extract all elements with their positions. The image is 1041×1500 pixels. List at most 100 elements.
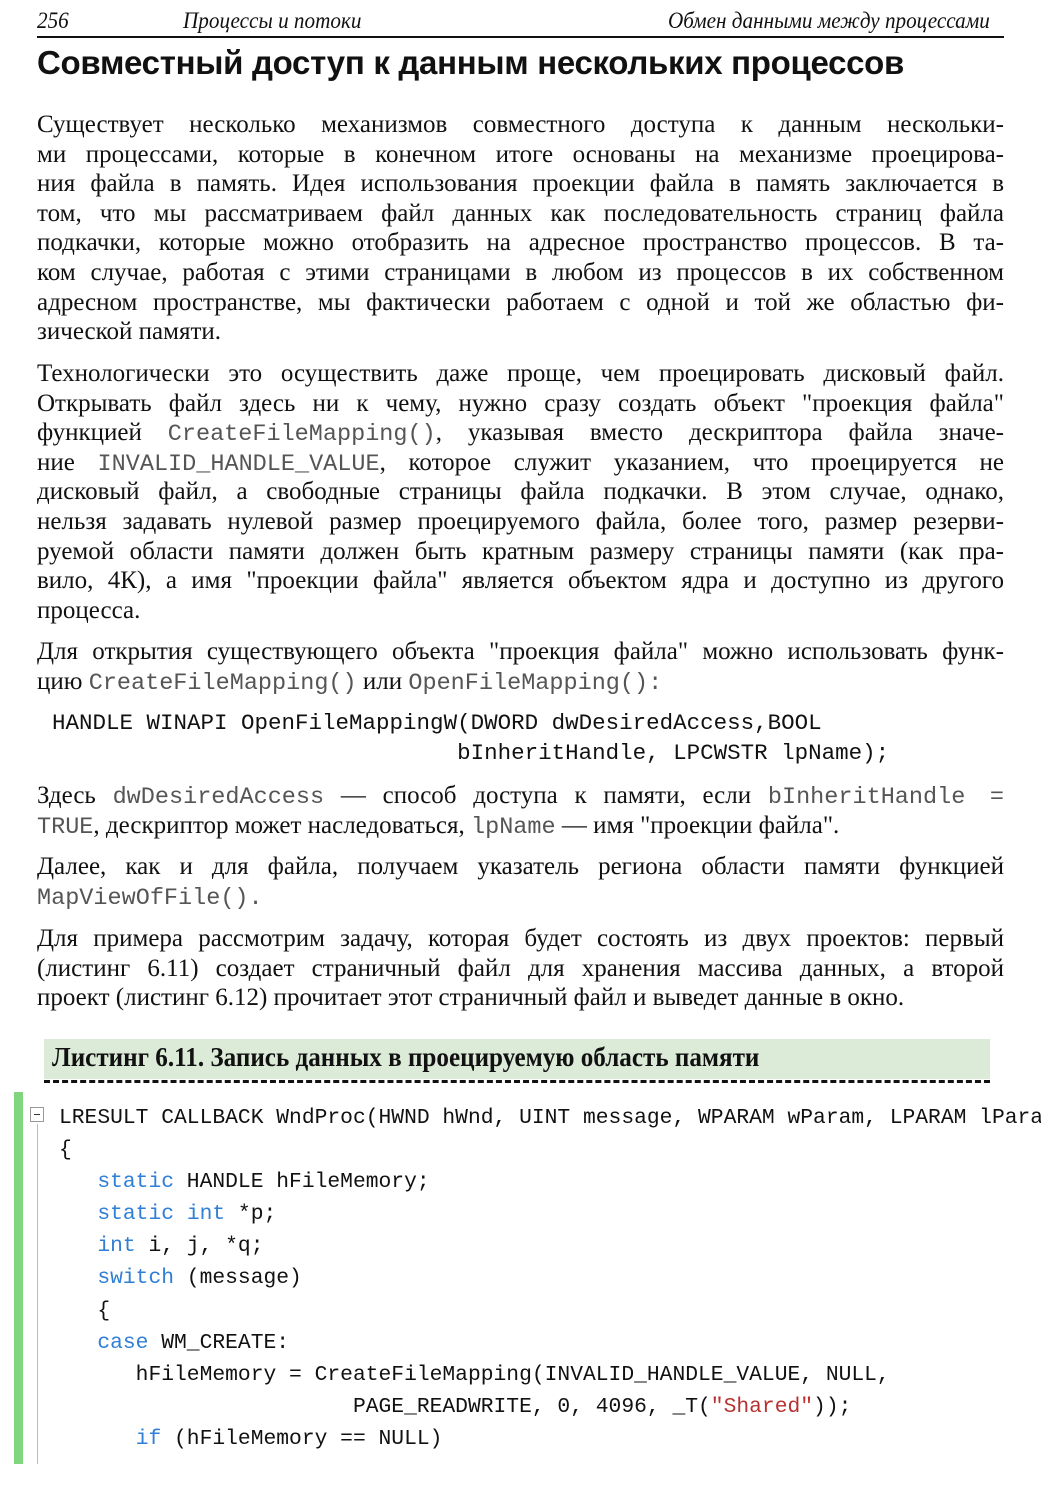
header-rule bbox=[37, 36, 1004, 38]
code-line: LRESULT CALLBACK WndProc(HWND hWnd, UINT… bbox=[59, 1102, 1041, 1134]
code-text: i, j, *q; bbox=[135, 1234, 264, 1259]
paragraph: Технологически это осуществить даже прощ… bbox=[37, 359, 1004, 625]
text-line: руемой области памяти должен быть кратны… bbox=[37, 537, 1004, 567]
signature-line: HANDLE WINAPI OpenFileMappingW(DWORD dwD… bbox=[52, 710, 822, 736]
paragraph: Здесь dwDesiredAccess — способ доступа к… bbox=[37, 781, 1004, 841]
text-run: ми процессами, которые в конечном итоге … bbox=[37, 140, 1004, 168]
text-run: Для открытия существующего объекта "прое… bbox=[37, 638, 1004, 665]
text-run: — имя "проекции файла". bbox=[555, 811, 840, 839]
text-run: или bbox=[356, 667, 409, 695]
text-line: Для примера рассмотрим задачу, которая б… bbox=[37, 924, 1004, 954]
text-line: проект (листинг 6.12) прочитает этот стр… bbox=[37, 983, 1004, 1013]
text-line: нельзя задавать нулевой размер проецируе… bbox=[37, 507, 1004, 537]
text-run: процесса. bbox=[37, 596, 141, 624]
text-line: Открывать файл здесь ни к чему, нужно ср… bbox=[37, 389, 1004, 419]
text-run: том, что мы рассматриваем файл данных ка… bbox=[37, 199, 1004, 227]
text-run: функцией bbox=[37, 419, 168, 447]
code-line: int i, j, *q; bbox=[59, 1230, 1041, 1262]
running-head-section: Обмен данными между процессами bbox=[668, 8, 990, 33]
code-keyword: case bbox=[97, 1330, 149, 1355]
inline-code: CreateFileMapping() bbox=[167, 421, 436, 449]
inline-code: MapViewOfFile(). bbox=[37, 884, 263, 912]
text-line: Здесь dwDesiredAccess — способ доступа к… bbox=[37, 781, 1004, 811]
code-line: static HANDLE hFileMemory; bbox=[59, 1166, 1041, 1198]
code-text: WM_CREATE: bbox=[148, 1330, 290, 1355]
listing-divider bbox=[44, 1080, 990, 1083]
running-head-chapter: Процессы и потоки bbox=[183, 8, 362, 33]
text-run: зической памяти. bbox=[37, 318, 221, 346]
listing-title: Листинг 6.11. Запись данных в проецируем… bbox=[52, 1042, 760, 1072]
text-run: , дескриптор может наследоваться, bbox=[93, 811, 471, 839]
code-keyword: if bbox=[135, 1426, 162, 1451]
text-run: ние bbox=[37, 448, 98, 476]
paragraph: Существует несколько механизмов совместн… bbox=[37, 110, 1004, 347]
text-run: адресном пространстве, мы фактически раб… bbox=[37, 288, 1004, 316]
text-run: , которое служит указанием, что проециру… bbox=[379, 448, 1004, 476]
paragraph: Для открытия существующего объекта "прое… bbox=[37, 637, 1004, 697]
code-text: (message) bbox=[174, 1266, 302, 1291]
code-listing: LRESULT CALLBACK WndProc(HWND hWnd, UINT… bbox=[59, 1102, 1041, 1455]
outline-guide bbox=[37, 1124, 38, 1464]
inline-code: bInheritHandle = bbox=[767, 784, 1004, 811]
text-run: Технологически это осуществить даже прощ… bbox=[37, 360, 1004, 387]
inline-code: lpName bbox=[471, 813, 556, 841]
change-bar bbox=[14, 1092, 23, 1464]
text-run: цию bbox=[37, 667, 89, 695]
code-keyword: int bbox=[186, 1202, 226, 1227]
collapse-icon[interactable] bbox=[30, 1107, 44, 1122]
text-run: подкачки, которые можно отобразить на ад… bbox=[37, 229, 1004, 257]
inline-code: TRUE bbox=[37, 813, 94, 841]
text-line: Технологически это осуществить даже прощ… bbox=[37, 359, 1004, 389]
text-line: процесса. bbox=[37, 596, 1004, 626]
text-run: ком случае, работая с этими страницами в… bbox=[37, 258, 1004, 286]
text-line: подкачки, которые можно отобразить на ад… bbox=[37, 228, 1004, 258]
text-line: ми процессами, которые в конечном итоге … bbox=[37, 140, 1004, 170]
code-line: hFileMemory = CreateFileMapping(INVALID_… bbox=[59, 1359, 1041, 1391]
page-number: 256 bbox=[37, 8, 69, 33]
code-text: { bbox=[59, 1138, 72, 1163]
code-text: PAGE_READWRITE, 0, 4096, _T( bbox=[59, 1394, 711, 1419]
text-run: Для примера рассмотрим задачу, которая б… bbox=[37, 925, 1004, 952]
text-line: Для открытия существующего объекта "прое… bbox=[37, 637, 1004, 667]
code-line: case WM_CREATE: bbox=[59, 1327, 1041, 1359]
text-line: вило, 4К), а имя "проекции файла" являет… bbox=[37, 566, 1004, 596]
code-line: if (hFileMemory == NULL) bbox=[59, 1423, 1041, 1455]
text-run: Открывать файл здесь ни к чему, нужно ср… bbox=[37, 389, 1004, 417]
code-keyword: static bbox=[97, 1202, 175, 1227]
text-run: ния файла в память. Идея использования п… bbox=[37, 170, 1004, 198]
text-run: нельзя задавать нулевой размер проецируе… bbox=[37, 507, 1004, 535]
text-line: цию CreateFileMapping() или OpenFileMapp… bbox=[37, 667, 1004, 697]
text-line: TRUE, дескриптор может наследоваться, lp… bbox=[37, 811, 1004, 841]
code-line: { bbox=[59, 1134, 1041, 1166]
text-run: дисковый файл, а свободные страницы файл… bbox=[37, 478, 1004, 506]
text-run: Далее, как и для файла, получаем указате… bbox=[37, 853, 1004, 880]
inline-code: dwDesiredAccess bbox=[112, 784, 325, 811]
code-text: LRESULT CALLBACK WndProc(HWND hWnd, UINT… bbox=[59, 1106, 1041, 1130]
code-line: switch (message) bbox=[59, 1262, 1041, 1294]
paragraph: Для примера рассмотрим задачу, которая б… bbox=[37, 924, 1004, 1013]
signature-line: bInheritHandle, LPCWSTR lpName); bbox=[52, 740, 890, 766]
code-text: *p; bbox=[225, 1202, 277, 1227]
code-line: static int *p; bbox=[59, 1198, 1041, 1230]
text-line: ния файла в память. Идея использования п… bbox=[37, 169, 1004, 199]
code-keyword: switch bbox=[97, 1266, 175, 1291]
text-line: адресном пространстве, мы фактически раб… bbox=[37, 288, 1004, 318]
text-run: руемой области памяти должен быть кратны… bbox=[37, 537, 1004, 565]
text-run: вило, 4К), а имя "проекции файла" являет… bbox=[37, 567, 1004, 595]
text-run: — способ доступа к памяти, если bbox=[324, 782, 768, 809]
code-text: HANDLE hFileMemory; bbox=[174, 1170, 430, 1195]
text-run: (листинг 6.11) создает страничный файл д… bbox=[37, 954, 1004, 982]
code-string: "Shared" bbox=[710, 1394, 814, 1419]
text-line: MapViewOfFile(). bbox=[37, 882, 1004, 912]
inline-code: CreateFileMapping() bbox=[88, 669, 357, 697]
text-line: ние INVALID_HANDLE_VALUE, которое служит… bbox=[37, 448, 1004, 478]
function-signature: HANDLE WINAPI OpenFileMappingW(DWORD dwD… bbox=[52, 708, 889, 768]
inline-code: OpenFileMapping(): bbox=[408, 669, 663, 697]
